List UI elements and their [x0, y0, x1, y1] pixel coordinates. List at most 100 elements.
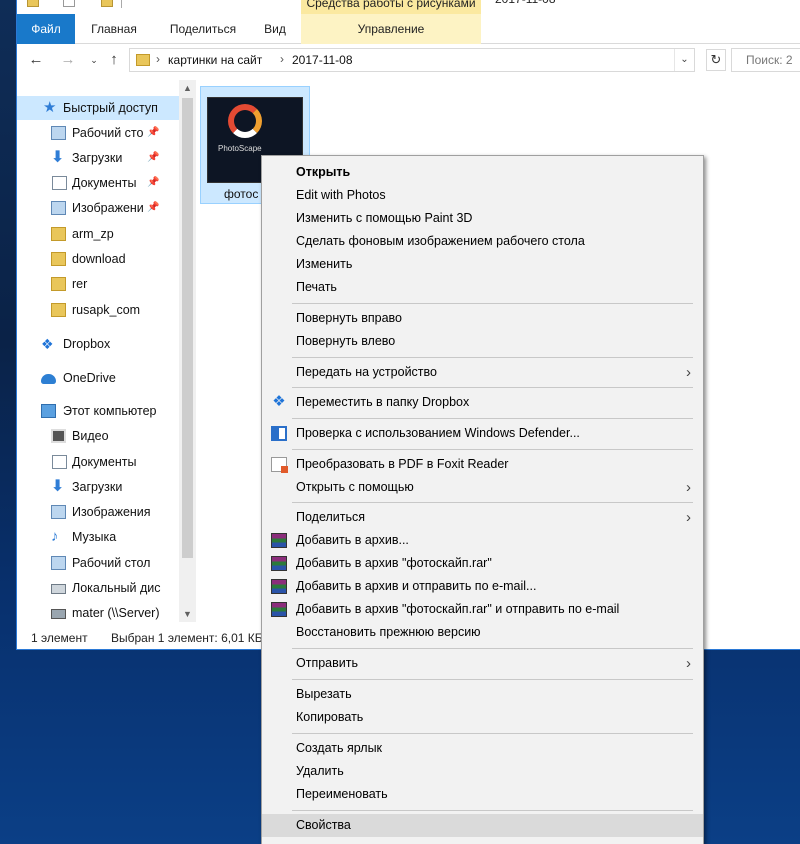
- sidebar-item-download[interactable]: download: [17, 247, 179, 271]
- folder-icon: [51, 277, 66, 291]
- menu-item-paint-3d[interactable]: Изменить с помощью Paint 3D: [262, 207, 703, 230]
- submenu-chevron-icon: ›: [686, 364, 691, 381]
- winrar-icon: [271, 602, 287, 617]
- menu-separator: [292, 303, 693, 304]
- sidebar-item-dropbox[interactable]: ❖ Dropbox: [17, 332, 179, 356]
- disk-icon: [51, 584, 66, 594]
- search-input[interactable]: Поиск: 2: [731, 48, 800, 72]
- breadcrumb-folder[interactable]: картинки на сайт: [168, 53, 262, 67]
- menu-separator: [292, 357, 693, 358]
- sidebar-item-rer[interactable]: rer: [17, 272, 179, 296]
- address-bar[interactable]: › картинки на сайт › 2017-11-08 ⌄: [129, 48, 695, 72]
- menu-item-properties[interactable]: Свойства: [262, 814, 703, 837]
- download-icon: ⬇: [51, 149, 65, 166]
- menu-separator: [292, 502, 693, 503]
- menu-item-move-to-dropbox[interactable]: ❖ Переместить в папку Dropbox: [262, 391, 703, 414]
- menu-item-create-shortcut[interactable]: Создать ярлык: [262, 737, 703, 760]
- scroll-up-icon[interactable]: ▲: [179, 80, 196, 96]
- menu-item-print[interactable]: Печать: [262, 276, 703, 299]
- sidebar-item-this-pc[interactable]: Этот компьютер: [17, 399, 179, 423]
- sidebar-item-documents[interactable]: Документы 📌: [17, 171, 179, 195]
- sidebar-item-pc-downloads[interactable]: ⬇ Загрузки: [17, 475, 179, 499]
- sidebar-item-downloads[interactable]: ⬇ Загрузки 📌: [17, 146, 179, 170]
- refresh-icon[interactable]: ↻: [706, 49, 726, 71]
- sidebar-item-videos[interactable]: Видео: [17, 424, 179, 448]
- pin-icon: 📌: [147, 202, 160, 213]
- sidebar-item-quick-access[interactable]: ★ Быстрый доступ: [17, 96, 179, 120]
- breadcrumb-chevron-icon[interactable]: ›: [156, 52, 160, 66]
- menu-item-convert-pdf-foxit[interactable]: Преобразовать в PDF в Foxit Reader: [262, 453, 703, 476]
- windows-defender-icon: [271, 426, 287, 441]
- breadcrumb-current[interactable]: 2017-11-08: [292, 53, 353, 67]
- menu-item-edit[interactable]: Изменить: [262, 253, 703, 276]
- menu-item-windows-defender[interactable]: Проверка с использованием Windows Defend…: [262, 422, 703, 445]
- menu-item-set-wallpaper[interactable]: Сделать фоновым изображением рабочего ст…: [262, 230, 703, 253]
- menu-item-copy[interactable]: Копировать: [262, 706, 703, 729]
- tab-file[interactable]: Файл: [17, 14, 75, 44]
- documents-icon: [52, 455, 67, 469]
- sidebar-item-pc-desktop[interactable]: Рабочий стол: [17, 551, 179, 575]
- menu-separator: [292, 810, 693, 811]
- menu-item-rename[interactable]: Переименовать: [262, 783, 703, 806]
- pictures-icon: [51, 201, 66, 215]
- pin-icon: 📌: [147, 152, 160, 163]
- new-folder-icon[interactable]: [101, 0, 113, 7]
- item-count: 1 элемент: [31, 631, 88, 645]
- menu-item-open-with[interactable]: Открыть с помощью ›: [262, 476, 703, 499]
- menu-item-edit-with-photos[interactable]: Edit with Photos: [262, 184, 703, 207]
- tab-manage[interactable]: Управление: [301, 14, 481, 44]
- menu-item-cast-to-device[interactable]: Передать на устройство ›: [262, 361, 703, 384]
- sidebar-item-music[interactable]: ♪ Музыка: [17, 525, 179, 549]
- recent-locations-chevron-icon[interactable]: ⌄: [85, 50, 103, 70]
- address-row: ← → ⌄ ↑ › картинки на сайт › 2017-11-08 …: [17, 45, 800, 75]
- dropbox-icon: ❖: [272, 393, 286, 410]
- tab-share[interactable]: Поделиться: [155, 14, 251, 44]
- menu-item-archive-and-email[interactable]: Добавить в архив и отправить по e-mail..…: [262, 575, 703, 598]
- sidebar-item-pc-pictures[interactable]: Изображения: [17, 500, 179, 524]
- back-arrow-icon[interactable]: ←: [27, 50, 45, 70]
- pin-icon: 📌: [147, 127, 160, 138]
- folder-icon[interactable]: [27, 0, 39, 7]
- tab-home[interactable]: Главная: [79, 14, 149, 44]
- menu-item-cut[interactable]: Вырезать: [262, 683, 703, 706]
- sidebar-item-rusapk-com[interactable]: rusapk_com: [17, 298, 179, 322]
- address-dropdown-icon[interactable]: ⌄: [674, 49, 694, 71]
- onedrive-icon: [41, 374, 56, 384]
- menu-item-rotate-right[interactable]: Повернуть вправо: [262, 307, 703, 330]
- menu-item-restore-previous-version[interactable]: Восстановить прежнюю версию: [262, 621, 703, 644]
- sidebar-item-network-drive[interactable]: mater (\\Server): [17, 601, 179, 622]
- forward-arrow-icon[interactable]: →: [59, 50, 77, 70]
- menu-item-delete[interactable]: Удалить: [262, 760, 703, 783]
- tab-view[interactable]: Вид: [255, 14, 295, 44]
- menu-separator: [292, 387, 693, 388]
- up-arrow-icon[interactable]: ↑: [105, 50, 123, 70]
- sidebar-item-pictures[interactable]: Изображени 📌: [17, 196, 179, 220]
- properties-icon[interactable]: [63, 0, 75, 7]
- sidebar-item-local-disk[interactable]: Локальный дис: [17, 576, 179, 600]
- pin-icon: 📌: [147, 177, 160, 188]
- menu-item-rar-and-email[interactable]: Добавить в архив "фотоскайп.rar" и отпра…: [262, 598, 703, 621]
- menu-item-add-to-rar[interactable]: Добавить в архив "фотоскайп.rar": [262, 552, 703, 575]
- winrar-icon: [271, 579, 287, 594]
- documents-icon: [52, 176, 67, 190]
- sidebar-item-desktop[interactable]: Рабочий сто 📌: [17, 121, 179, 145]
- download-icon: ⬇: [51, 478, 65, 495]
- menu-separator: [292, 679, 693, 680]
- sidebar-item-pc-documents[interactable]: Документы: [17, 450, 179, 474]
- sidebar-item-onedrive[interactable]: OneDrive: [17, 366, 179, 390]
- breadcrumb-chevron-icon[interactable]: ›: [280, 52, 284, 66]
- nav-scrollbar[interactable]: ▲ ▼: [179, 80, 196, 622]
- winrar-icon: [271, 556, 287, 571]
- menu-item-send-to[interactable]: Отправить ›: [262, 652, 703, 675]
- menu-item-open[interactable]: Открыть: [262, 161, 703, 184]
- menu-item-share[interactable]: Поделиться ›: [262, 506, 703, 529]
- scrollbar-thumb[interactable]: [182, 98, 193, 558]
- music-icon: ♪: [51, 528, 59, 545]
- picture-tools-header: Средства работы с рисунками: [301, 0, 481, 14]
- menu-item-add-to-archive[interactable]: Добавить в архив...: [262, 529, 703, 552]
- folder-icon: [51, 303, 66, 317]
- scroll-down-icon[interactable]: ▼: [179, 606, 196, 622]
- sidebar-item-arm-zp[interactable]: arm_zp: [17, 222, 179, 246]
- menu-item-rotate-left[interactable]: Повернуть влево: [262, 330, 703, 353]
- folder-icon: [51, 227, 66, 241]
